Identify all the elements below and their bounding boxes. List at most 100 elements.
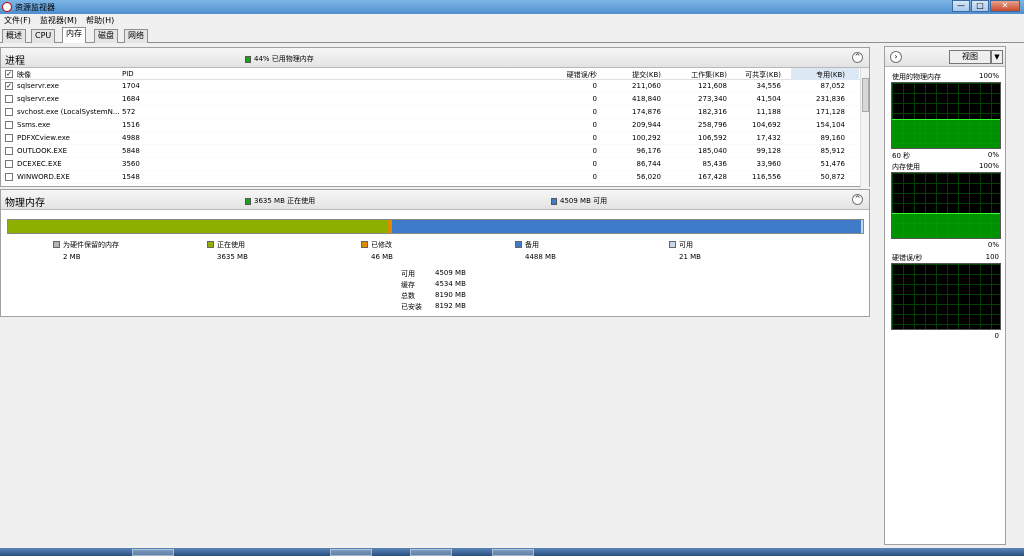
process-name: sqlservr.exe (17, 82, 59, 90)
process-commit: 174,876 (632, 108, 661, 116)
memory-usage-graph (891, 172, 1001, 239)
process-shareable: 104,692 (752, 121, 781, 129)
row-checkbox[interactable] (5, 173, 13, 181)
physical-memory-graph (891, 82, 1001, 149)
process-working-set: 121,608 (698, 82, 727, 90)
process-commit: 209,944 (632, 121, 661, 129)
row-checkbox[interactable] (5, 147, 13, 155)
graph1-title: 使用的物理内存 (892, 73, 941, 81)
row-checkbox[interactable] (5, 134, 13, 142)
processes-header[interactable]: 进程 44% 已用物理内存 ^ (1, 48, 869, 68)
menu-monitor[interactable]: 监视器(M) (40, 15, 77, 26)
maximize-button[interactable]: □ (971, 0, 989, 12)
row-checkbox[interactable] (5, 121, 13, 129)
taskbar (0, 548, 1024, 556)
collapse-processes-button[interactable]: ^ (852, 52, 863, 63)
collapse-physical-memory-button[interactable]: ^ (852, 194, 863, 205)
graph1-min: 0% (987, 151, 999, 159)
minimize-button[interactable]: — (952, 0, 970, 12)
table-row[interactable]: svchost.exe (LocalSystemN... 572 0 174,876 1… (1, 106, 861, 119)
select-all-checkbox[interactable]: ✓ (5, 70, 13, 78)
bar-segment-free (860, 220, 863, 233)
column-image[interactable]: 映像 (17, 70, 31, 80)
process-working-set: 185,040 (698, 147, 727, 155)
tab-cpu[interactable]: CPU (31, 29, 56, 43)
taskbar-button[interactable] (330, 549, 372, 556)
processes-title: 进程 (5, 56, 25, 67)
menu-help[interactable]: 帮助(H) (86, 15, 114, 26)
process-private: 89,160 (820, 134, 846, 142)
process-pid: 1516 (122, 121, 140, 129)
physical-memory-section: 物理内存 3635 MB 正在使用 4509 MB 可用 ^ 为硬件保留的内存 … (0, 189, 870, 317)
graph-pane-header: › 视图 ▼ (885, 47, 1005, 67)
expand-pane-button[interactable]: › (890, 51, 902, 63)
legend-value: 21 MB (679, 253, 701, 261)
column-pid[interactable]: PID (122, 70, 134, 78)
process-table-scrollbar[interactable] (860, 68, 869, 189)
taskbar-button[interactable] (410, 549, 452, 556)
graph2-title: 内存使用 (892, 163, 920, 171)
physical-memory-title: 物理内存 (5, 198, 45, 209)
tab-overview[interactable]: 概述 (2, 29, 26, 43)
table-row[interactable]: OUTLOOK.EXE 5848 0 96,176 185,040 99,128 85,91… (1, 145, 861, 158)
table-row[interactable]: ✓ sqlservr.exe 1704 0 211,060 121,608 34,556 87… (1, 80, 861, 93)
column-working-set[interactable]: 工作集(KB) (691, 70, 727, 80)
process-private: 87,052 (820, 82, 846, 90)
blue-status-square (551, 197, 557, 205)
summary-label: 缓存 (401, 281, 415, 289)
taskbar-button[interactable] (492, 549, 534, 556)
process-shareable: 116,556 (752, 173, 781, 181)
hard-faults-graph (891, 263, 1001, 330)
legend-modified: 已修改 46 MB (361, 240, 393, 261)
process-hard-faults: 0 (592, 82, 597, 90)
table-row[interactable]: WINWORD.EXE 1548 0 56,020 167,428 116,556 50,8… (1, 171, 861, 184)
tab-memory[interactable]: 内存 (62, 27, 86, 43)
window-controls: — □ ✕ (951, 0, 1020, 12)
row-checkbox[interactable] (5, 95, 13, 103)
taskbar-button[interactable] (132, 549, 174, 556)
tab-bar: 概述 CPU 内存 磁盘 网络 (0, 27, 1024, 43)
tab-network[interactable]: 网络 (124, 29, 148, 43)
scrollbar-thumb[interactable] (862, 78, 869, 112)
graph3-title: 硬错误/秒 (892, 254, 923, 262)
memory-usage-text: 44% 已用物理内存 (254, 55, 314, 63)
available-status: 4509 MB 可用 (551, 196, 607, 206)
view-dropdown-arrow[interactable]: ▼ (991, 50, 1003, 64)
summary-value: 4534 MB (435, 280, 466, 288)
legend-swatch (207, 241, 214, 248)
green-status-square (245, 55, 251, 63)
column-shareable[interactable]: 可共享(KB) (745, 70, 781, 80)
legend-value: 4488 MB (525, 253, 556, 261)
summary-value: 4509 MB (435, 269, 466, 277)
tab-disk[interactable]: 磁盘 (94, 29, 118, 43)
physical-memory-header[interactable]: 物理内存 3635 MB 正在使用 4509 MB 可用 ^ (1, 190, 869, 210)
close-button[interactable]: ✕ (990, 0, 1020, 12)
table-row[interactable]: Ssms.exe 1516 0 209,944 258,796 104,692 154,10… (1, 119, 861, 132)
column-private[interactable]: 专用(KB) (816, 70, 845, 80)
table-row[interactable]: sqlservr.exe 1684 0 418,840 273,340 41,504 231… (1, 93, 861, 106)
process-pid: 3560 (122, 160, 140, 168)
row-checkbox[interactable] (5, 160, 13, 168)
legend-in-use: 正在使用 3635 MB (207, 240, 248, 261)
process-hard-faults: 0 (592, 160, 597, 168)
process-shareable: 99,128 (756, 147, 782, 155)
process-private: 154,104 (816, 121, 845, 129)
table-row[interactable]: DCEXEC.EXE 3560 0 86,744 85,436 33,960 51,476 (1, 158, 861, 171)
column-hard-faults[interactable]: 硬错误/秒 (567, 70, 597, 80)
process-shareable: 41,504 (756, 95, 782, 103)
row-checkbox[interactable] (5, 108, 13, 116)
column-commit[interactable]: 提交(KB) (632, 70, 661, 80)
legend-free: 可用 21 MB (669, 240, 701, 261)
process-private: 85,912 (820, 147, 846, 155)
legend-swatch (53, 241, 60, 248)
menu-file[interactable]: 文件(F) (4, 15, 31, 26)
legend-reserved: 为硬件保留的内存 2 MB (53, 240, 119, 261)
process-private: 231,836 (816, 95, 845, 103)
memory-breakdown-bar (7, 219, 864, 234)
graph1-max: 100% (978, 72, 999, 80)
legend-label: 正在使用 (217, 241, 245, 249)
view-button[interactable]: 视图 (949, 50, 991, 64)
table-row[interactable]: PDFXCview.exe 4988 0 100,292 106,592 17,432 89… (1, 132, 861, 145)
process-working-set: 106,592 (698, 134, 727, 142)
row-checkbox[interactable]: ✓ (5, 82, 13, 90)
